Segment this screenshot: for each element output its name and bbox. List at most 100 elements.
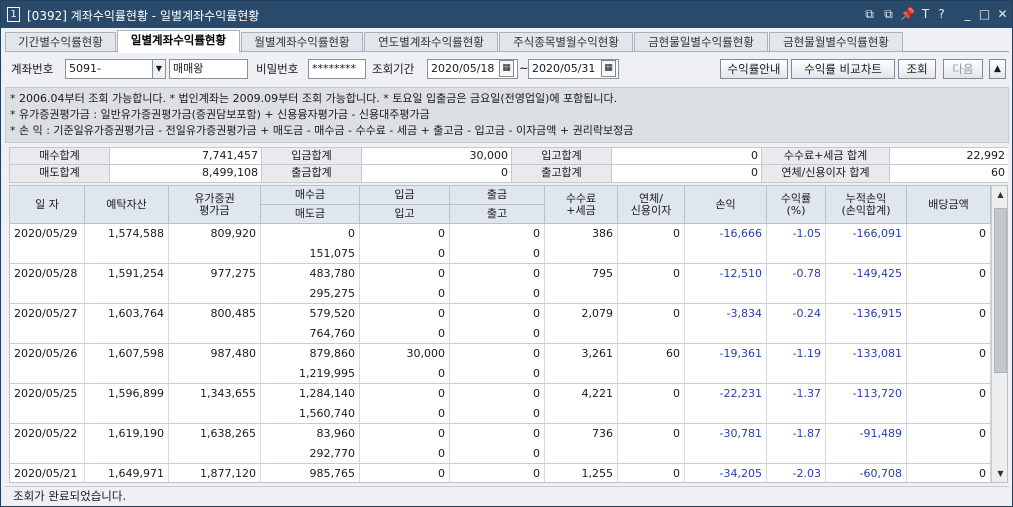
close-button[interactable]: ✕ xyxy=(994,5,1011,23)
cell-securities: 1,877,120 xyxy=(169,464,261,482)
cell-sell: 292,770 xyxy=(261,444,360,464)
cell-deposit-in: 0 xyxy=(360,384,450,404)
tab-yearly-account-return[interactable]: 연도별계좌수익률현황 xyxy=(364,32,498,52)
cell-sell: 1,560,740 xyxy=(261,404,360,424)
cell-deposit-in: 0 xyxy=(360,464,450,482)
cell-withdraw: 0 xyxy=(450,384,545,404)
buy-total-value: 7,741,457 xyxy=(110,148,262,165)
col-header-sell: 매도금 xyxy=(261,205,360,224)
calendar-icon[interactable]: ▦ xyxy=(601,60,616,77)
window-number-badge: 1 xyxy=(7,7,20,22)
cell-overdue: 0 xyxy=(618,304,685,344)
col-header-date: 일 자 xyxy=(10,186,85,224)
cell-pnl: -34,205 xyxy=(685,464,767,482)
cell-sell: 295,275 xyxy=(261,284,360,304)
query-button[interactable]: 조회 xyxy=(898,59,936,79)
cell-rate: -1.19 xyxy=(767,344,826,384)
col-header-stock-out: 출고 xyxy=(450,205,545,224)
cell-cum-pnl: -136,915 xyxy=(826,304,907,344)
cell-stock-out: 0 xyxy=(450,444,545,464)
cell-buy: 579,520 xyxy=(261,304,360,324)
cell-withdraw: 0 xyxy=(450,264,545,284)
cell-deposit: 1,574,588 xyxy=(85,224,169,264)
cell-buy: 985,765 xyxy=(261,464,360,482)
title-bar: 1 [0392] 계좌수익률현황 - 일별계좌수익률현황 ⧉ ⧉ 📌 T ? _… xyxy=(1,1,1012,28)
fee-tax-total-label: 수수료+세금 합계 xyxy=(762,148,890,165)
tab-daily-account-return[interactable]: 일별계좌수익률현황 xyxy=(117,30,240,53)
font-size-icon[interactable]: T xyxy=(917,5,934,23)
cell-stock-in: 0 xyxy=(360,244,450,264)
return-guide-button[interactable]: 수익률안내 xyxy=(720,59,788,79)
cell-fee: 1,255 xyxy=(545,464,618,482)
status-bar: 조회가 완료되었습니다. xyxy=(5,486,1009,504)
cell-buy: 483,780 xyxy=(261,264,360,284)
grid-scrollbar[interactable]: ▲ ▼ xyxy=(991,186,1007,482)
cell-cum-pnl: -149,425 xyxy=(826,264,907,304)
col-header-rate: 수익률 (%) xyxy=(767,186,826,224)
cell-fee: 3,261 xyxy=(545,344,618,384)
cell-deposit-in: 0 xyxy=(360,304,450,324)
minimize-button[interactable]: _ xyxy=(959,5,976,23)
deposit-total-label: 입금합계 xyxy=(262,148,362,165)
cell-deposit: 1,607,598 xyxy=(85,344,169,384)
calendar-icon[interactable]: ▦ xyxy=(499,60,514,77)
cell-sell: 1,219,995 xyxy=(261,364,360,384)
cell-date: 2020/05/29 xyxy=(10,224,85,264)
cell-cum-pnl: -133,081 xyxy=(826,344,907,384)
cell-stock-in: 0 xyxy=(360,284,450,304)
cell-buy: 1,284,140 xyxy=(261,384,360,404)
cell-dividend: 0 xyxy=(907,304,991,344)
cell-overdue: 0 xyxy=(618,424,685,464)
cell-withdraw: 0 xyxy=(450,304,545,324)
tab-period-return[interactable]: 기간별수익률현황 xyxy=(5,32,116,52)
cell-pnl: -19,361 xyxy=(685,344,767,384)
cell-deposit: 1,619,190 xyxy=(85,424,169,464)
password-label: 비밀번호 xyxy=(256,62,299,76)
next-button[interactable]: 다음 xyxy=(943,59,983,79)
compare-chart-button[interactable]: 수익률 비교차트 xyxy=(791,59,895,79)
cell-pnl: -12,510 xyxy=(685,264,767,304)
cell-rate: -1.37 xyxy=(767,384,826,424)
withdraw-total-label: 출금합계 xyxy=(262,165,362,182)
summary-table: 매수합계 7,741,457 입금합계 30,000 입고합계 0 수수료+세금… xyxy=(9,147,1008,183)
password-input[interactable]: ******** xyxy=(308,59,366,79)
fee-tax-total-value: 22,992 xyxy=(890,148,1008,165)
note-line: * 2006.04부터 조회 가능합니다. * 법인계좌는 2009.09부터 … xyxy=(10,92,618,105)
collapse-up-button[interactable]: ▲ xyxy=(989,59,1006,79)
scroll-thumb[interactable] xyxy=(994,208,1007,373)
cell-dividend: 0 xyxy=(907,384,991,424)
cell-stock-in: 0 xyxy=(360,444,450,464)
tab-monthly-account-return[interactable]: 월별계좌수익률현황 xyxy=(241,32,363,52)
interest-total-value: 60 xyxy=(890,165,1008,182)
copy-window-icon[interactable]: ⧉ xyxy=(880,5,897,23)
col-header-deposit-in: 입금 xyxy=(360,186,450,205)
cell-sell: 151,075 xyxy=(261,244,360,264)
link-window-icon[interactable]: ⧉ xyxy=(861,5,878,23)
sell-total-value: 8,499,108 xyxy=(110,165,262,182)
maximize-button[interactable]: □ xyxy=(976,5,993,23)
pin-icon[interactable]: 📌 xyxy=(899,5,916,23)
scroll-up-icon[interactable]: ▲ xyxy=(994,188,1007,202)
cell-deposit: 1,603,764 xyxy=(85,304,169,344)
scroll-down-icon[interactable]: ▼ xyxy=(994,467,1007,481)
account-number-input[interactable]: 5091- xyxy=(65,59,153,79)
tab-gold-daily-return[interactable]: 금현물일별수익률현황 xyxy=(634,32,768,52)
cell-rate: -2.03 xyxy=(767,464,826,482)
col-header-withdraw: 출금 xyxy=(450,186,545,205)
col-header-pnl: 손익 xyxy=(685,186,767,224)
col-header-stock-in: 입고 xyxy=(360,205,450,224)
in-total-value: 0 xyxy=(612,148,762,165)
cell-deposit-in: 0 xyxy=(360,424,450,444)
app-window: 1 [0392] 계좌수익률현황 - 일별계좌수익률현황 ⧉ ⧉ 📌 T ? _… xyxy=(0,0,1013,507)
help-icon[interactable]: ? xyxy=(933,5,950,23)
col-header-deposit: 예탁자산 xyxy=(85,186,169,224)
tab-stock-monthly-return[interactable]: 주식종목별월수익현황 xyxy=(499,32,633,52)
tab-gold-monthly-return[interactable]: 금현물월별수익률현황 xyxy=(769,32,903,52)
cell-fee: 2,079 xyxy=(545,304,618,344)
account-dropdown-icon[interactable]: ▼ xyxy=(152,59,166,79)
cell-buy: 879,860 xyxy=(261,344,360,364)
daily-return-grid: 일 자 예탁자산 유가증권 평가금 매수금 매도금 입금 입고 출금 출고 수수… xyxy=(9,185,1008,483)
cell-date: 2020/05/21 xyxy=(10,464,85,482)
cell-fee: 4,221 xyxy=(545,384,618,424)
cell-cum-pnl: -60,708 xyxy=(826,464,907,482)
